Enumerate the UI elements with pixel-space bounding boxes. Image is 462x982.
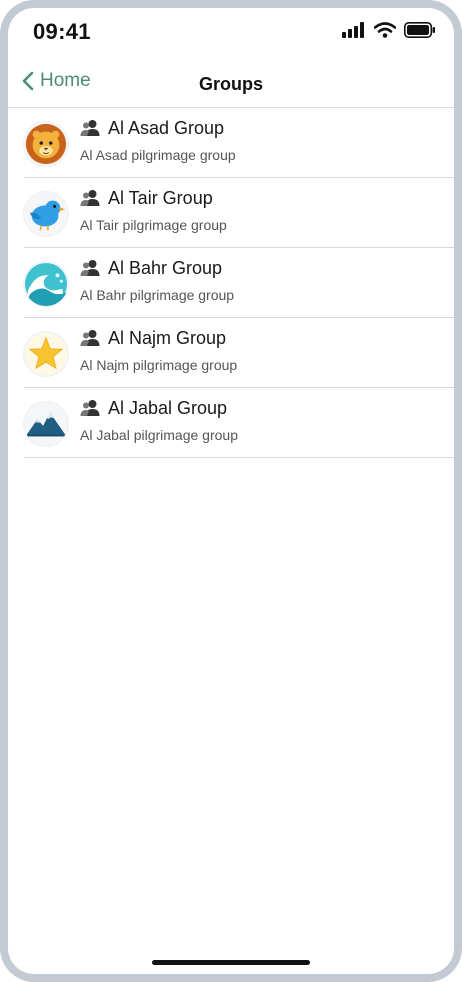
- star-icon: [24, 332, 68, 376]
- wave-icon: [24, 262, 68, 306]
- device-frame: 09:41 Home Groups Al Asad Group Al Asad …: [0, 0, 462, 982]
- group-row-al-jabal[interactable]: Al Jabal Group Al Jabal pilgrimage group: [8, 388, 454, 458]
- battery-icon: [404, 22, 435, 38]
- bird-icon: [29, 200, 66, 231]
- avatar: [23, 121, 69, 167]
- signal-icon: [342, 22, 364, 38]
- group-description: Al Najm pilgrimage group: [80, 357, 238, 373]
- people-icon: [80, 260, 100, 276]
- avatar: [23, 191, 69, 237]
- screen: 09:41 Home Groups Al Asad Group Al Asad …: [8, 8, 454, 974]
- group-row-al-tair[interactable]: Al Tair Group Al Tair pilgrimage group: [8, 178, 454, 248]
- group-description: Al Asad pilgrimage group: [80, 147, 236, 163]
- group-row-al-bahr[interactable]: Al Bahr Group Al Bahr pilgrimage group: [8, 248, 454, 318]
- group-name: Al Tair Group: [108, 188, 213, 208]
- status-icons: [342, 22, 436, 38]
- home-indicator[interactable]: [152, 960, 310, 965]
- avatar: [23, 331, 69, 377]
- group-description: Al Tair pilgrimage group: [80, 217, 227, 233]
- group-description: Al Bahr pilgrimage group: [80, 287, 235, 303]
- group-name: Al Bahr Group: [108, 258, 223, 278]
- wifi-icon: [374, 22, 396, 38]
- people-icon: [80, 190, 100, 206]
- lion-icon: [25, 123, 67, 165]
- group-description: Al Jabal pilgrimage group: [80, 427, 238, 443]
- group-name: Al Najm Group: [108, 328, 227, 348]
- status-bar: 09:41: [8, 8, 454, 60]
- avatar: [23, 261, 69, 307]
- group-row-al-najm[interactable]: Al Najm Group Al Najm pilgrimage group: [8, 318, 454, 388]
- navigation-bar: Home Groups: [8, 60, 454, 108]
- people-icon: [80, 120, 100, 136]
- group-row-al-asad[interactable]: Al Asad Group Al Asad pilgrimage group: [8, 108, 454, 178]
- group-list: Al Asad Group Al Asad pilgrimage group A…: [8, 108, 454, 458]
- group-name: Al Asad Group: [108, 118, 225, 138]
- people-icon: [80, 400, 100, 416]
- page-title: Groups: [198, 74, 263, 94]
- mountain-icon: [24, 402, 68, 446]
- avatar: [23, 401, 69, 447]
- group-name: Al Jabal Group: [108, 398, 228, 418]
- people-icon: [80, 330, 100, 346]
- status-time: 09:41: [33, 19, 91, 44]
